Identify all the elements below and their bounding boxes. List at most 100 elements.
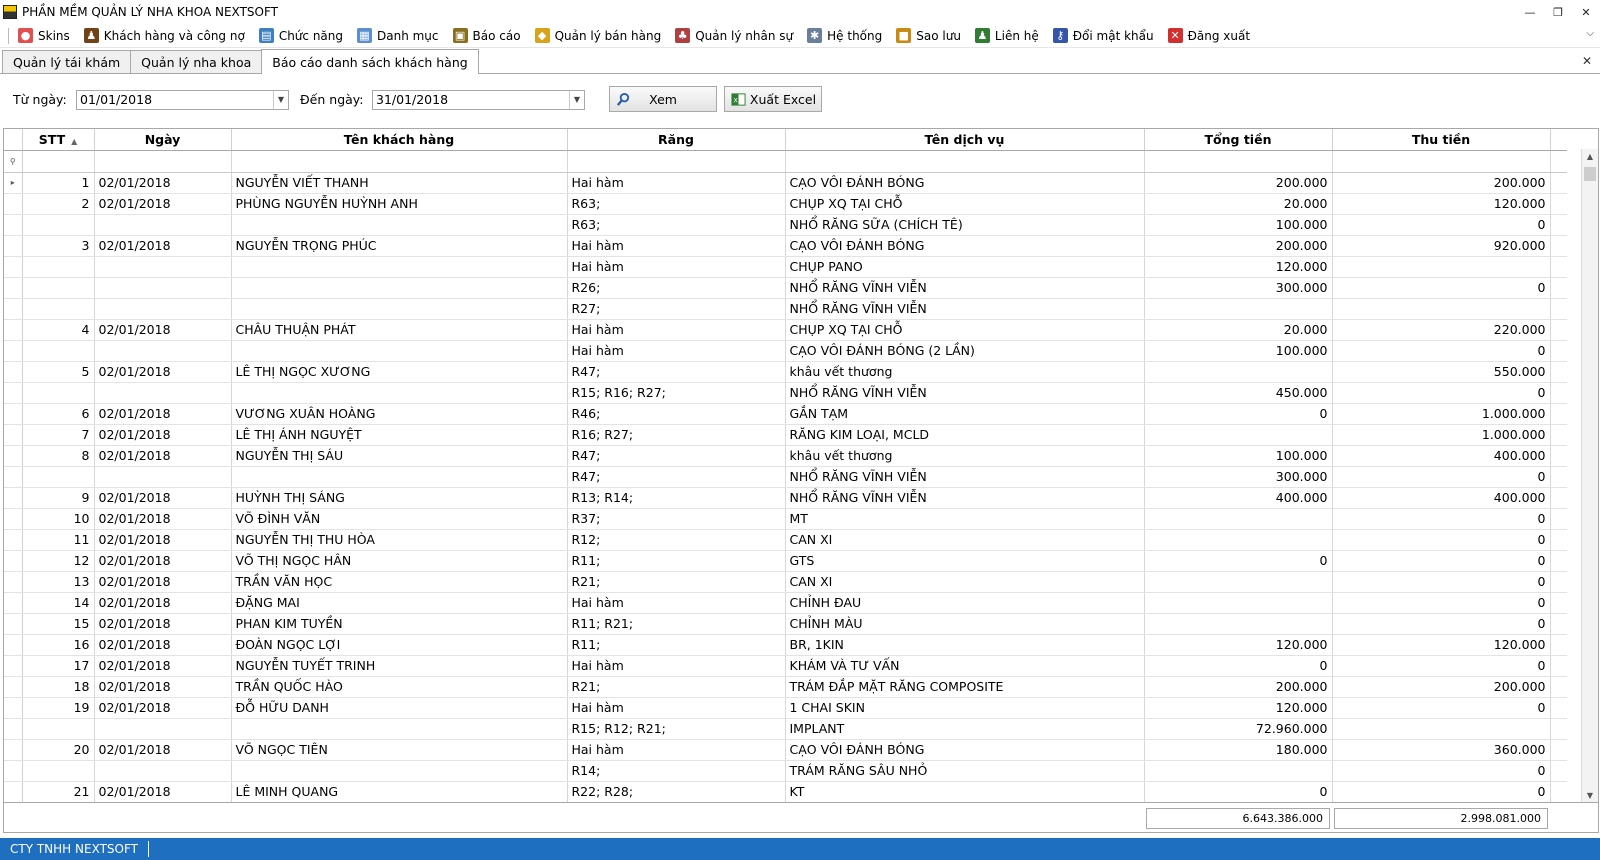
cell-customer-name[interactable]: LÊ THỊ ÁNH NGUYỆT — [231, 424, 568, 446]
cell-stt[interactable]: 9 — [22, 487, 95, 509]
cell-customer-name[interactable]: TRẦN QUỐC HÀO — [231, 676, 568, 698]
cell-date[interactable]: 02/01/2018 — [94, 445, 232, 467]
cell-service[interactable]: CHỈNH MÀU — [785, 613, 1145, 635]
column-header-customer-name[interactable]: Tên khách hàng — [231, 129, 568, 151]
cell-tooth[interactable]: R63; — [567, 214, 786, 236]
cell-tooth[interactable]: R21; — [567, 571, 786, 593]
cell-stt[interactable]: 14 — [22, 592, 95, 614]
cell-total[interactable]: 100.000 — [1144, 214, 1333, 236]
cell-paid[interactable]: 200.000 — [1332, 172, 1551, 194]
cell-service[interactable]: GẮN TẠM — [785, 403, 1145, 425]
cell-service[interactable]: CHỤP PANO — [785, 256, 1145, 278]
cell-total[interactable] — [1144, 361, 1333, 383]
cell-total[interactable] — [1144, 424, 1333, 446]
table-row[interactable]: Hai hàm CHỤP PANO 120.000 — [4, 256, 1567, 278]
menu-overflow-icon[interactable]: ⌵ — [1586, 28, 1594, 39]
cell-service[interactable]: IMPLANT — [785, 718, 1145, 740]
cell-stt[interactable]: 16 — [22, 634, 95, 656]
cell-paid[interactable]: 0 — [1332, 529, 1551, 551]
cell-stt[interactable]: 2 — [22, 193, 95, 215]
table-row[interactable]: Hai hàm CẠO VÔI ĐÁNH BÓNG (2 LẦN) 100.000 0 — [4, 340, 1567, 362]
scroll-up-icon[interactable]: ▲ — [1582, 149, 1598, 165]
cell-tooth[interactable]: R11; — [567, 634, 786, 656]
chevron-down-icon[interactable]: ▼ — [273, 91, 288, 109]
minimize-button[interactable]: — — [1516, 0, 1544, 24]
cell-service[interactable]: CẠO VÔI ĐÁNH BÓNG — [785, 739, 1145, 761]
cell-tooth[interactable]: R37; — [567, 508, 786, 530]
cell-date[interactable]: 02/01/2018 — [94, 508, 232, 530]
cell-tooth[interactable]: R15; R16; R27; — [567, 382, 786, 404]
cell-tooth[interactable]: R47; — [567, 361, 786, 383]
cell-date[interactable] — [94, 466, 232, 488]
cell-date[interactable]: 02/01/2018 — [94, 424, 232, 446]
cell-stt[interactable]: 7 — [22, 424, 95, 446]
cell-total[interactable]: 20.000 — [1144, 319, 1333, 341]
chevron-down-icon[interactable]: ▼ — [569, 91, 584, 109]
cell-total[interactable]: 0 — [1144, 781, 1333, 802]
cell-date[interactable]: 02/01/2018 — [94, 235, 232, 257]
cell-customer-name[interactable] — [231, 382, 568, 404]
cell-date[interactable] — [94, 382, 232, 404]
filter-cell-service[interactable] — [785, 150, 1145, 173]
table-row[interactable]: R63; NHỔ RĂNG SỮA (CHÍCH TÊ) 100.000 0 — [4, 214, 1567, 236]
cell-customer-name[interactable] — [231, 277, 568, 299]
table-row[interactable]: 20 02/01/2018 VÕ NGỌC TIÊN Hai hàm CẠO VÔI Đ… — [4, 739, 1567, 761]
cell-tooth[interactable]: R14; — [567, 760, 786, 782]
menu-item-9[interactable]: ♟ Liên hệ — [974, 28, 1039, 43]
table-row[interactable]: 17 02/01/2018 NGUYỄN TUYẾT TRINH Hai hàm KHÁ… — [4, 655, 1567, 677]
menu-item-7[interactable]: ✱ Hệ thống — [807, 28, 882, 43]
cell-customer-name[interactable]: ĐỖ HỮU DANH — [231, 697, 568, 719]
cell-customer-name[interactable] — [231, 340, 568, 362]
table-row[interactable]: 5 02/01/2018 LÊ THỊ NGỌC XƯƠNG R47; khâu vết… — [4, 361, 1567, 383]
table-row[interactable]: 12 02/01/2018 VÕ THỊ NGỌC HÂN R11; GTS 0 0 — [4, 550, 1567, 572]
cell-date[interactable] — [94, 277, 232, 299]
cell-paid[interactable]: 0 — [1332, 550, 1551, 572]
close-tab-icon[interactable]: ✕ — [1582, 54, 1592, 68]
cell-paid[interactable]: 0 — [1332, 592, 1551, 614]
export-excel-button[interactable]: X Xuất Excel — [724, 86, 822, 112]
cell-tooth[interactable]: R26; — [567, 277, 786, 299]
cell-paid[interactable]: 0 — [1332, 466, 1551, 488]
cell-date[interactable]: 02/01/2018 — [94, 487, 232, 509]
column-header-tooth[interactable]: Răng — [567, 129, 786, 151]
cell-customer-name[interactable]: CHÂU THUẬN PHÁT — [231, 319, 568, 341]
cell-paid[interactable] — [1332, 718, 1551, 740]
cell-paid[interactable]: 0 — [1332, 382, 1551, 404]
cell-customer-name[interactable]: NGUYỄN THỊ THU HÒA — [231, 529, 568, 551]
cell-date[interactable]: 02/01/2018 — [94, 739, 232, 761]
cell-date[interactable]: 02/01/2018 — [94, 655, 232, 677]
cell-customer-name[interactable]: HUỲNH THỊ SÁNG — [231, 487, 568, 509]
cell-date[interactable]: 02/01/2018 — [94, 361, 232, 383]
cell-stt[interactable] — [22, 298, 95, 320]
vertical-scrollbar[interactable]: ▲ ▼ — [1581, 149, 1598, 802]
cell-total[interactable]: 300.000 — [1144, 466, 1333, 488]
cell-total[interactable] — [1144, 613, 1333, 635]
menu-item-2[interactable]: ▤ Chức năng — [258, 28, 343, 43]
cell-service[interactable]: CHỈNH ĐAU — [785, 592, 1145, 614]
cell-paid[interactable]: 120.000 — [1332, 193, 1551, 215]
table-row[interactable]: 6 02/01/2018 VƯƠNG XUÂN HOÀNG R46; GẮN TẠM 0 1… — [4, 403, 1567, 425]
cell-tooth[interactable]: R27; — [567, 298, 786, 320]
cell-tooth[interactable]: Hai hàm — [567, 697, 786, 719]
cell-total[interactable] — [1144, 298, 1333, 320]
cell-paid[interactable]: 0 — [1332, 214, 1551, 236]
cell-customer-name[interactable] — [231, 298, 568, 320]
cell-customer-name[interactable]: ĐOÀN NGỌC LỢI — [231, 634, 568, 656]
cell-stt[interactable]: 5 — [22, 361, 95, 383]
cell-date[interactable]: 02/01/2018 — [94, 676, 232, 698]
cell-total[interactable]: 120.000 — [1144, 256, 1333, 278]
cell-total[interactable]: 120.000 — [1144, 697, 1333, 719]
table-row[interactable]: R26; NHỔ RĂNG VĨNH VIỄN 300.000 0 — [4, 277, 1567, 299]
cell-total[interactable] — [1144, 760, 1333, 782]
scroll-down-icon[interactable]: ▼ — [1582, 788, 1598, 802]
cell-date[interactable]: 02/01/2018 — [94, 781, 232, 802]
cell-customer-name[interactable] — [231, 256, 568, 278]
close-window-button[interactable]: ✕ — [1572, 0, 1600, 24]
menu-item-5[interactable]: ◆ Quản lý bán hàng — [534, 28, 661, 43]
cell-tooth[interactable]: R11; — [567, 550, 786, 572]
cell-stt[interactable]: 10 — [22, 508, 95, 530]
column-header-total[interactable]: Tổng tiền — [1144, 129, 1333, 151]
table-row[interactable]: 16 02/01/2018 ĐOÀN NGỌC LỢI R11; BR, 1KIN 120… — [4, 634, 1567, 656]
cell-customer-name[interactable]: VÕ THỊ NGỌC HÂN — [231, 550, 568, 572]
cell-service[interactable]: GTS — [785, 550, 1145, 572]
